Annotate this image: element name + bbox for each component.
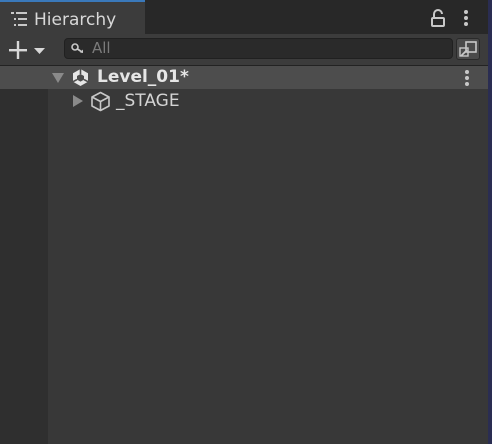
panel-edge (488, 0, 492, 444)
window-menu-icon[interactable] (460, 9, 472, 27)
hierarchy-gutter (0, 66, 48, 444)
fold-collapsed-icon[interactable] (73, 95, 83, 107)
search-field[interactable] (64, 38, 453, 59)
create-dropdown-button[interactable] (6, 39, 48, 61)
hierarchy-list-icon (11, 12, 27, 26)
tab-title: Hierarchy (34, 10, 117, 30)
hierarchy-item-label: _STAGE (116, 91, 180, 111)
scene-name: Level_01* (97, 67, 189, 87)
hierarchy-item[interactable]: _STAGE (0, 90, 488, 112)
hierarchy-list[interactable] (48, 66, 488, 444)
search-mode-icon[interactable] (456, 38, 480, 60)
tab-strip: Hierarchy (0, 0, 488, 34)
unity-scene-icon (71, 68, 90, 87)
tab-hierarchy[interactable]: Hierarchy (0, 0, 145, 34)
fold-expanded-icon[interactable] (52, 73, 64, 83)
search-input[interactable] (92, 39, 442, 58)
scene-row[interactable]: Level_01* (0, 66, 488, 89)
scene-menu-icon[interactable] (461, 69, 473, 87)
cube-icon (90, 91, 111, 112)
search-icon (71, 43, 84, 55)
chevron-down-icon (34, 48, 45, 54)
hierarchy-window: Hierarchy All Level_01* _STAGE (0, 0, 492, 444)
lock-icon[interactable] (430, 9, 446, 27)
plus-icon (9, 41, 27, 59)
hierarchy-toolbar (0, 34, 488, 66)
